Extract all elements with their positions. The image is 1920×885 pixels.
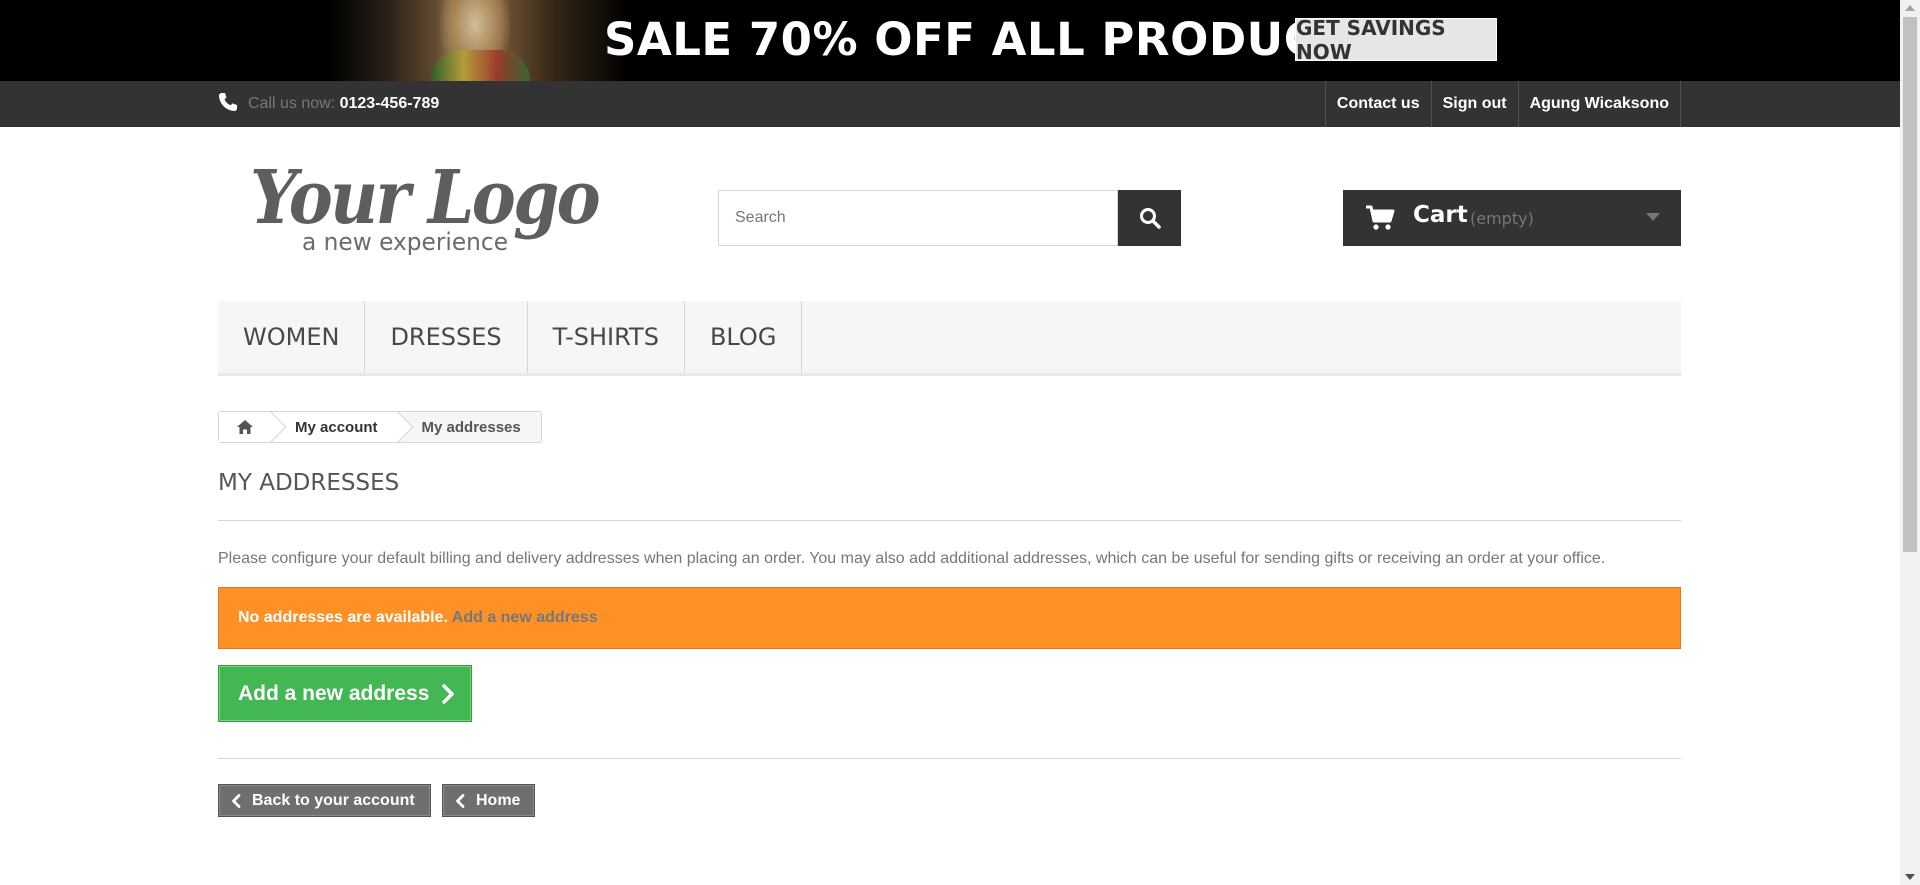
menu-item-tshirts[interactable]: T-SHIRTS	[528, 301, 685, 373]
search-button[interactable]	[1118, 190, 1181, 246]
chevron-left-icon	[456, 794, 465, 808]
search-bar	[718, 190, 1181, 246]
scroll-up-arrow-icon[interactable]	[1905, 5, 1915, 11]
call-us-text: Call us now: 0123-456-789	[248, 95, 439, 113]
svg-text:a new experience: a new experience	[302, 228, 508, 256]
breadcrumb-my-account[interactable]: My account	[271, 412, 398, 442]
back-to-account-label: Back to your account	[252, 792, 415, 809]
user-account-link[interactable]: Agung Wicaksono	[1517, 81, 1681, 127]
chevron-down-icon	[1646, 213, 1660, 221]
alert-text: No addresses are available.	[238, 609, 448, 626]
add-new-address-button[interactable]: Add a new address	[218, 665, 472, 722]
chevron-left-icon	[232, 794, 241, 808]
shop-logo[interactable]: Your Logo a new experience	[248, 153, 602, 258]
chevron-right-icon	[442, 684, 454, 704]
banner-headline: SALE 70% OFF ALL PRODUCTS	[604, 13, 1382, 66]
promo-banner[interactable]: SALE 70% OFF ALL PRODUCTS GET SAVINGS NO…	[0, 0, 1900, 81]
footer-divider	[218, 758, 1681, 759]
phone-number: 0123-456-789	[339, 95, 440, 112]
search-input[interactable]	[718, 190, 1118, 246]
scrollbar-thumb[interactable]	[1903, 17, 1917, 552]
breadcrumb: My account My addresses	[218, 411, 542, 443]
main-menu: WOMEN DRESSES T-SHIRTS BLOG	[218, 301, 1681, 376]
menu-item-blog[interactable]: BLOG	[685, 301, 803, 373]
cart-label: Cart	[1413, 202, 1468, 228]
menu-item-women[interactable]: WOMEN	[218, 301, 366, 373]
banner-model-image	[330, 0, 630, 81]
cart-button[interactable]: Cart (empty)	[1343, 190, 1681, 246]
title-divider	[218, 520, 1681, 521]
add-address-link[interactable]: Add a new address	[452, 609, 598, 626]
cart-status: (empty)	[1470, 209, 1534, 228]
no-address-alert: No addresses are available. Add a new ad…	[218, 587, 1681, 649]
banner-model-dress	[430, 50, 530, 81]
breadcrumb-current: My addresses	[421, 418, 521, 436]
search-icon	[1139, 208, 1161, 229]
scroll-down-arrow-icon[interactable]	[1905, 874, 1915, 880]
top-nav-links: Contact us Sign out Agung Wicaksono	[1324, 81, 1681, 127]
call-us-label: Call us now:	[248, 95, 340, 112]
page: SALE 70% OFF ALL PRODUCTS GET SAVINGS NO…	[0, 0, 1900, 885]
home-button-label: Home	[476, 792, 521, 809]
shopping-cart-icon	[1366, 205, 1395, 230]
menu-item-dresses[interactable]: DRESSES	[365, 301, 528, 373]
back-to-account-button[interactable]: Back to your account	[218, 784, 431, 817]
alert-message: No addresses are available. Add a new ad…	[238, 609, 598, 627]
phone-icon	[219, 93, 237, 111]
sign-out-link[interactable]: Sign out	[1430, 81, 1518, 127]
vertical-scrollbar[interactable]	[1900, 0, 1920, 885]
contact-us-link[interactable]: Contact us	[1324, 81, 1431, 127]
page-title: MY ADDRESSES	[218, 470, 400, 496]
add-new-address-label: Add a new address	[238, 682, 430, 705]
get-savings-button[interactable]: GET SAVINGS NOW	[1295, 16, 1497, 64]
home-icon	[237, 420, 253, 434]
home-button[interactable]: Home	[442, 784, 535, 817]
intro-text: Please configure your default billing an…	[218, 550, 1606, 567]
